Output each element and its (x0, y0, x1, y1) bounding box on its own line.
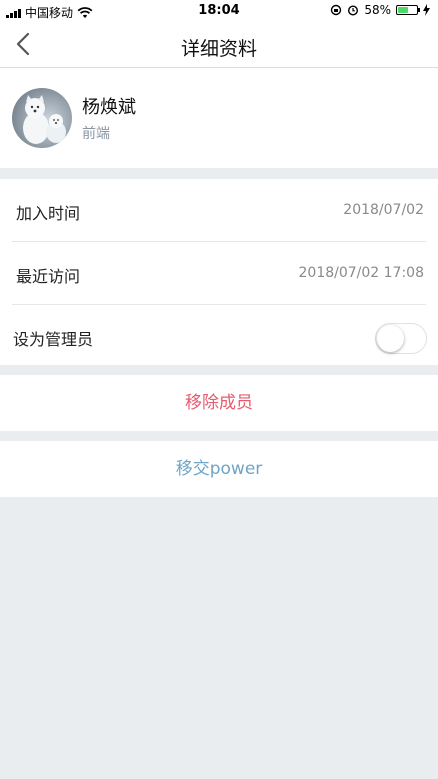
nav-bar: 详细资料 (0, 22, 438, 68)
last-visit-row: 最近访问 2018/07/02 17:08 (0, 242, 438, 304)
member-name: 杨焕斌 (82, 97, 136, 118)
battery-fill (398, 7, 409, 13)
battery-percent: 58% (364, 3, 391, 17)
profile-card: 杨焕斌 前端 (0, 68, 438, 168)
admin-row: 设为管理员 (0, 305, 438, 367)
page-title: 详细资料 (180, 38, 257, 60)
charging-bolt-icon (423, 4, 430, 16)
transfer-power-button[interactable]: 移交power (0, 441, 438, 497)
join-time-value: 2018/07/02 (343, 202, 424, 218)
dog-photo-icon (23, 95, 66, 144)
battery-icon (396, 5, 420, 15)
member-info-list: 加入时间 2018/07/02 最近访问 2018/07/02 17:08 设为… (0, 179, 438, 365)
toggle-knob (377, 325, 404, 352)
status-bar: 中国移动 18:04 58% (0, 0, 438, 22)
admin-toggle[interactable] (375, 323, 427, 354)
rotation-lock-icon (331, 4, 342, 16)
join-time-row: 加入时间 2018/07/02 (0, 179, 438, 241)
admin-label: 设为管理员 (13, 330, 94, 349)
last-visit-value: 2018/07/02 17:08 (298, 265, 425, 281)
last-visit-label: 最近访问 (16, 267, 81, 286)
remove-member-button[interactable]: 移除成员 (0, 375, 438, 431)
status-right: 58% (330, 3, 430, 17)
avatar (12, 88, 72, 148)
member-department: 前端 (82, 126, 110, 142)
join-time-label: 加入时间 (16, 204, 81, 223)
alarm-icon (348, 5, 359, 16)
